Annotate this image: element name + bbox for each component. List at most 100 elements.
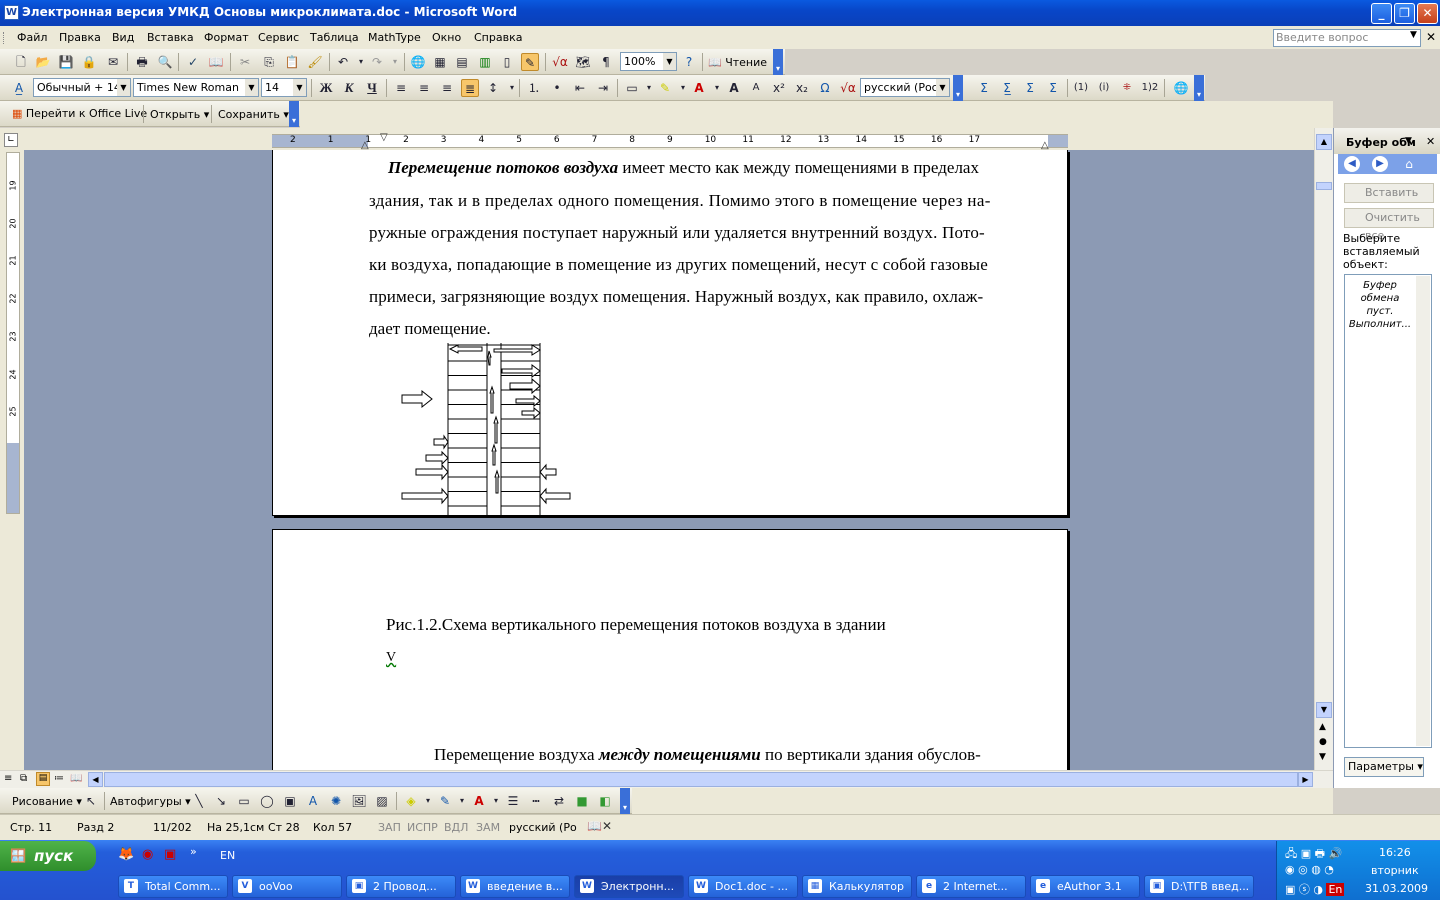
equation-ref-icon[interactable]: (i): [1095, 79, 1113, 97]
align-center-icon[interactable]: ≡: [415, 79, 433, 97]
paste-all-button[interactable]: Вставить все: [1344, 183, 1434, 217]
web-icon[interactable]: 🌐: [1172, 79, 1190, 97]
next-page-icon[interactable]: ▼: [1319, 752, 1326, 762]
toolbar-options-icon[interactable]: ▾: [1194, 75, 1204, 101]
toolbar-options-icon[interactable]: ▾: [620, 788, 630, 814]
taskbar-button-calculator[interactable]: ▦ Калькулятор: [802, 875, 912, 898]
tray-icons-row-3[interactable]: ▣ ⓢ ◑ En: [1285, 881, 1345, 897]
sum-sub-icon[interactable]: Σ: [1021, 79, 1039, 97]
vertical-ruler[interactable]: 192021222324252627: [6, 152, 20, 514]
toolbar-options-icon[interactable]: ▾: [773, 49, 783, 75]
help-icon[interactable]: ?: [680, 53, 698, 71]
scroll-thumb[interactable]: [1316, 182, 1332, 190]
taskbar-button-explorer[interactable]: ▣ 2 Провод...: [346, 875, 456, 898]
chevron-down-icon[interactable]: ▾: [386, 53, 404, 71]
language-select[interactable]: русский (Росс ▼: [860, 78, 950, 97]
options-button[interactable]: Параметры ▾: [1344, 757, 1424, 777]
horizontal-ruler[interactable]: 2 1 1 2 3 4 5 6 7 8 9 10 11 12 13 14 15 16 17: [272, 134, 1068, 148]
align-right-icon[interactable]: ≡: [438, 79, 456, 97]
menu-help[interactable]: Справка: [474, 31, 522, 44]
menu-file[interactable]: Файл: [17, 31, 47, 44]
taskbar-button-internet[interactable]: e 2 Internet...: [916, 875, 1026, 898]
vertical-scrollbar[interactable]: ▲ ▼ ▲ ● ▼: [1314, 128, 1333, 770]
line-style-icon[interactable]: ☰: [504, 792, 522, 810]
select-browse-object-icon[interactable]: ●: [1319, 737, 1327, 747]
columns-icon[interactable]: ▯: [498, 53, 516, 71]
quicklaunch-icon[interactable]: ▣: [164, 847, 176, 862]
normal-view-icon[interactable]: ≡: [4, 773, 12, 784]
numbering-icon[interactable]: ⒈: [525, 79, 543, 97]
paste-icon[interactable]: 📋: [283, 53, 301, 71]
email-icon[interactable]: ✉: [104, 53, 122, 71]
underline-button[interactable]: Ч: [363, 79, 381, 97]
print-icon[interactable]: 🖶: [133, 53, 151, 71]
minimize-button[interactable]: _: [1371, 3, 1392, 24]
web-layout-icon[interactable]: ⧉: [20, 773, 27, 784]
drawing-menu-button[interactable]: Рисование ▾: [12, 795, 82, 808]
home-icon[interactable]: ⌂: [1400, 156, 1418, 172]
styles-pane-icon[interactable]: A̲: [10, 79, 28, 97]
status-language[interactable]: русский (Ро: [509, 821, 577, 834]
style-select[interactable]: Обычный + 14 г ▼: [33, 78, 131, 97]
insert-table-icon[interactable]: ▤: [453, 53, 471, 71]
undo-icon[interactable]: ↶: [334, 53, 352, 71]
menu-view[interactable]: Вид: [112, 31, 134, 44]
equation-number-icon[interactable]: (1): [1072, 79, 1090, 97]
open-menu-button[interactable]: Открыть ▾: [150, 108, 209, 121]
show-hide-icon[interactable]: ¶: [597, 53, 615, 71]
scroll-left-button[interactable]: ◀: [88, 772, 103, 787]
select-objects-icon[interactable]: ↖: [82, 792, 100, 810]
sum-both-icon[interactable]: Σ: [1044, 79, 1062, 97]
clear-all-button[interactable]: Очистить все: [1344, 208, 1434, 242]
oval-tool-icon[interactable]: ◯: [258, 792, 276, 810]
font-size-select[interactable]: 14 ▼: [261, 78, 307, 97]
menu-insert[interactable]: Вставка: [147, 31, 194, 44]
restore-button[interactable]: ❐: [1394, 3, 1415, 24]
shrink-font-icon[interactable]: A: [747, 79, 765, 97]
decrease-indent-icon[interactable]: ⇤: [571, 79, 589, 97]
clipboard-list-scrollbar[interactable]: [1416, 276, 1430, 746]
chevron-more-icon[interactable]: »: [190, 845, 197, 858]
chevron-down-icon[interactable]: ▼: [117, 79, 130, 96]
sum-icon[interactable]: Σ: [975, 79, 993, 97]
insert-picture-icon[interactable]: ▨: [373, 792, 391, 810]
fill-color-icon[interactable]: ◈: [402, 792, 420, 810]
clipart-icon[interactable]: 🖼: [350, 792, 368, 810]
open-folder-icon[interactable]: 📂: [34, 53, 52, 71]
chevron-down-icon[interactable]: ▾: [419, 792, 437, 810]
taskbar-button-oovoo[interactable]: VooVoo: [232, 875, 342, 898]
chevron-down-icon[interactable]: ▾: [708, 79, 726, 97]
scroll-right-button[interactable]: ▶: [1298, 772, 1313, 787]
scroll-down-button[interactable]: ▼: [1316, 702, 1332, 718]
word-app-icon[interactable]: W: [4, 5, 19, 20]
spelling-icon[interactable]: ✓: [184, 53, 202, 71]
scroll-up-button[interactable]: ▲: [1316, 134, 1332, 150]
tables-borders-icon[interactable]: ▦: [431, 53, 449, 71]
justify-icon[interactable]: ≣: [461, 79, 479, 97]
grow-font-icon[interactable]: A: [725, 79, 743, 97]
arrow-tool-icon[interactable]: ↘: [212, 792, 230, 810]
sum-limits-icon[interactable]: Σ̲: [998, 79, 1016, 97]
toolbar-options-icon[interactable]: ▾: [289, 101, 299, 127]
diagram-icon[interactable]: ✺: [327, 792, 345, 810]
line-tool-icon[interactable]: ╲: [190, 792, 208, 810]
line-spacing-icon[interactable]: ↕: [484, 79, 502, 97]
print-preview-icon[interactable]: 🔍: [156, 53, 174, 71]
language-indicator[interactable]: EN: [220, 849, 235, 862]
new-document-icon[interactable]: 🗋: [12, 53, 30, 71]
document-map-icon[interactable]: 🗺: [574, 53, 592, 71]
status-overtype[interactable]: ЗАМ: [476, 821, 500, 834]
font-select[interactable]: Times New Roman ▼: [133, 78, 259, 97]
firefox-icon[interactable]: 🦊: [118, 847, 134, 862]
back-arrow-icon[interactable]: ◀: [1344, 156, 1360, 172]
save-menu-button[interactable]: Сохранить ▾: [218, 108, 289, 121]
highlight-icon[interactable]: ✎: [656, 79, 674, 97]
tray-icons-row-1[interactable]: 🖧 ▣ 🖶 🔊: [1285, 845, 1342, 864]
bullets-icon[interactable]: •: [548, 79, 566, 97]
print-layout-icon[interactable]: ▤: [36, 772, 50, 786]
research-icon[interactable]: 📖: [207, 53, 225, 71]
mathtype-icon[interactable]: √α: [551, 53, 569, 71]
close-document-icon[interactable]: ✕: [1426, 30, 1436, 44]
reading-mode-button[interactable]: 📖 Чтение: [708, 56, 767, 69]
reading-layout-icon[interactable]: 📖: [70, 773, 82, 784]
